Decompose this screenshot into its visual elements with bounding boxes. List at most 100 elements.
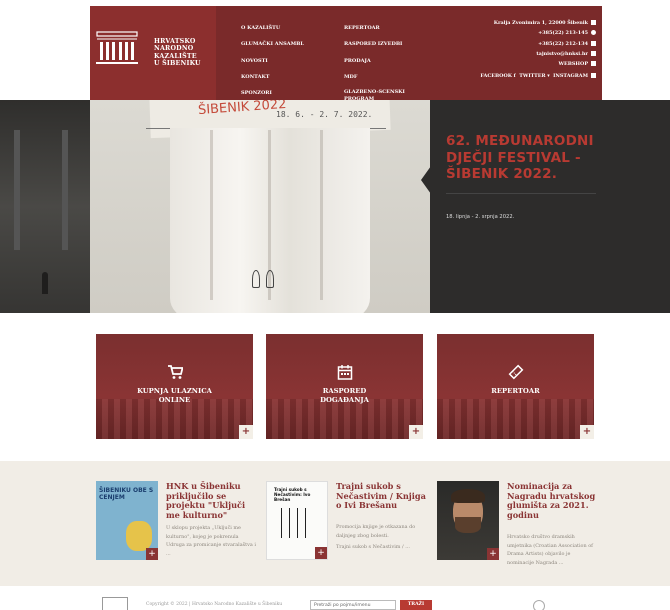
- twitter-text: TWITTER: [519, 73, 546, 80]
- nav-item-prodaja[interactable]: PRODAJA: [344, 53, 405, 69]
- thumbnail-shape: [126, 521, 152, 551]
- main-nav-col1: O KAZALIŠTU GLUMAČKI ANSAMBL NOVOSTI KON…: [241, 20, 304, 101]
- twitter-icon: ▾: [547, 73, 550, 80]
- instagram-link[interactable]: INSTAGRAM: [553, 73, 596, 79]
- cloth-fold: [320, 130, 323, 300]
- ticket-icon: [508, 364, 523, 380]
- nav-item-novosti[interactable]: NOVOSTI: [241, 53, 304, 69]
- news-excerpt: Trajni sukob s Nečastivim / ...: [336, 544, 410, 550]
- phone1[interactable]: +385(22) 213-145: [480, 28, 596, 38]
- drawn-line: [281, 508, 282, 538]
- nav-item-raspored-izvedbi[interactable]: RASPORED IZVEDBI: [344, 36, 405, 52]
- news-section: ŠIBENIKU OBE S CENJEM + HNK u Šibeniku p…: [0, 461, 670, 586]
- logo-text: HRVATSKO NARODNO KAZALIŠTE U ŠIBENIKU: [154, 38, 201, 68]
- tile-label-line: KUPNJA ULAZNICA: [137, 387, 212, 395]
- instagram-icon: [591, 73, 596, 79]
- plus-icon[interactable]: +: [146, 548, 158, 560]
- logo-line: HRVATSKO: [154, 38, 196, 45]
- plus-icon[interactable]: +: [487, 548, 499, 560]
- tile-buy-tickets[interactable]: KUPNJA ULAZNICA ONLINE +: [96, 334, 253, 439]
- nav-item-glumacki-ansambl[interactable]: GLUMAČKI ANSAMBL: [241, 36, 304, 52]
- header-bar: HRVATSKO NARODNO KAZALIŠTE U ŠIBENIKU O …: [90, 6, 602, 103]
- news-title[interactable]: Trajni sukob s Nečastivim / Knjiga o Ivi…: [336, 481, 428, 511]
- calendar-icon: [337, 365, 352, 380]
- pillar: [62, 130, 68, 250]
- twitter-link[interactable]: TWITTER ▾: [519, 73, 550, 79]
- cart-icon: [167, 365, 183, 379]
- pillar: [14, 130, 20, 250]
- address-text: Kralja Zvonimira 1, 22000 Šibenik: [493, 20, 588, 26]
- envelope-icon: [591, 50, 596, 56]
- drawn-figure: [266, 270, 274, 288]
- nav-item-mdf[interactable]: MDF: [344, 69, 405, 85]
- nav-item-line: GLAZBENO-SCENSKI: [344, 89, 405, 96]
- instagram-text: INSTAGRAM: [553, 73, 588, 80]
- phone2[interactable]: +385(22) 212-134: [480, 39, 596, 49]
- fax-icon: [591, 40, 596, 46]
- seats-bg: [266, 399, 423, 439]
- search-button[interactable]: TRAŽI: [400, 600, 432, 610]
- tile-repertoire[interactable]: REPERTOAR +: [437, 334, 594, 439]
- main-nav-col2: REPERTOAR RASPORED IZVEDBI PRODAJA MDF G…: [344, 20, 405, 103]
- silhouette: [42, 272, 48, 294]
- social-links: FACEBOOK f TWITTER ▾ INSTAGRAM: [480, 71, 596, 81]
- seats-bg: [437, 399, 594, 439]
- drawn-line: [289, 508, 290, 538]
- nav-item-kontakt[interactable]: KONTAKT: [241, 69, 304, 85]
- news-excerpt: Hrvatsko društvo dramskih umjetnika (Cro…: [507, 534, 593, 566]
- logo-line: U ŠIBENIKU: [154, 60, 201, 68]
- news-title[interactable]: Nominacija za Nagradu hrvatskog glumišta…: [507, 481, 599, 520]
- hero-divider: [446, 193, 596, 194]
- logo-line: NARODNO: [154, 45, 194, 53]
- plus-icon[interactable]: +: [409, 425, 423, 439]
- tile-label: KUPNJA ULAZNICA ONLINE: [96, 387, 253, 405]
- map-pin-icon: [591, 20, 596, 25]
- tile-label-line: RASPORED: [322, 387, 367, 395]
- facebook-link[interactable]: FACEBOOK f: [480, 73, 515, 79]
- site-footer: Copyright © 2022 | Hrvatsko Narodno Kaza…: [0, 586, 670, 610]
- hero-scrawl-date: 18. 6. - 2. 7. 2022.: [276, 110, 373, 119]
- search-input[interactable]: Pretraži po pojmu/imenu: [310, 600, 396, 610]
- address: Kralja Zvonimira 1, 22000 Šibenik: [480, 18, 596, 28]
- news-excerpt: Promocija knjige je otkazana do daljnjeg…: [336, 524, 416, 539]
- back-to-top-icon[interactable]: [533, 600, 545, 610]
- email-text: tajnistvo@hnksi.hr: [536, 50, 588, 57]
- webshop-text: WEBSHOP: [558, 61, 588, 68]
- hero-image: ŠIBENIK 2022 18. 6. - 2. 7. 2022.: [90, 100, 430, 313]
- tile-label-line: REPERTOAR: [491, 387, 540, 395]
- tile-label: RASPORED DOGAĐANJA: [266, 387, 423, 405]
- email-link[interactable]: tajnistvo@hnksi.hr: [480, 49, 596, 59]
- phone-icon: [591, 30, 596, 36]
- hero-title[interactable]: 62. MEĐUNARODNI DJEČJI FESTIVAL - ŠIBENI…: [446, 133, 606, 183]
- copyright: Copyright © 2022 | Hrvatsko Narodno Kaza…: [146, 602, 283, 607]
- tile-label: REPERTOAR: [437, 387, 594, 396]
- nav-item-o-kazalistu[interactable]: O KAZALIŠTU: [241, 20, 304, 36]
- drawn-figure: [252, 270, 260, 288]
- site-header: HRVATSKO NARODNO KAZALIŠTE U ŠIBENIKU O …: [0, 0, 670, 103]
- hero-side-image: [0, 100, 90, 313]
- drawn-line: [305, 508, 306, 538]
- nav-item-repertoar[interactable]: REPERTOAR: [344, 20, 405, 36]
- plus-icon[interactable]: +: [580, 425, 594, 439]
- hero-caption-panel: [430, 100, 670, 313]
- portrait-beard: [455, 517, 481, 533]
- thumbnail-text: Trajni sukob s Nečastivim: Ivo Brešan: [274, 487, 311, 502]
- news-thumbnail[interactable]: +: [437, 481, 499, 560]
- news-title[interactable]: HNK u Šibeniku priključilo se projektu "…: [166, 481, 258, 520]
- news-thumbnail[interactable]: Trajni sukob s Nečastivim: Ivo Brešan +: [266, 481, 328, 560]
- cart-icon: [591, 61, 596, 67]
- footer-logo-icon[interactable]: [102, 597, 128, 610]
- plus-icon[interactable]: +: [315, 547, 327, 559]
- portrait-hair: [451, 489, 485, 503]
- contact-block: Kralja Zvonimira 1, 22000 Šibenik +385(2…: [480, 18, 596, 82]
- logo[interactable]: HRVATSKO NARODNO KAZALIŠTE U ŠIBENIKU: [90, 6, 216, 100]
- drawn-line: [297, 508, 298, 538]
- news-thumbnail[interactable]: ŠIBENIKU OBE S CENJEM +: [96, 481, 158, 560]
- facebook-text: FACEBOOK: [480, 73, 512, 80]
- tile-event-schedule[interactable]: RASPORED DOGAĐANJA +: [266, 334, 423, 439]
- plus-icon[interactable]: +: [239, 425, 253, 439]
- hero-slider[interactable]: ŠIBENIK 2022 18. 6. - 2. 7. 2022. 62. ME…: [0, 100, 670, 313]
- quick-links: KUPNJA ULAZNICA ONLINE + RASPORED DOGAĐA…: [0, 313, 670, 461]
- cloth-fold: [210, 130, 213, 300]
- webshop-link[interactable]: WEBSHOP: [480, 59, 596, 69]
